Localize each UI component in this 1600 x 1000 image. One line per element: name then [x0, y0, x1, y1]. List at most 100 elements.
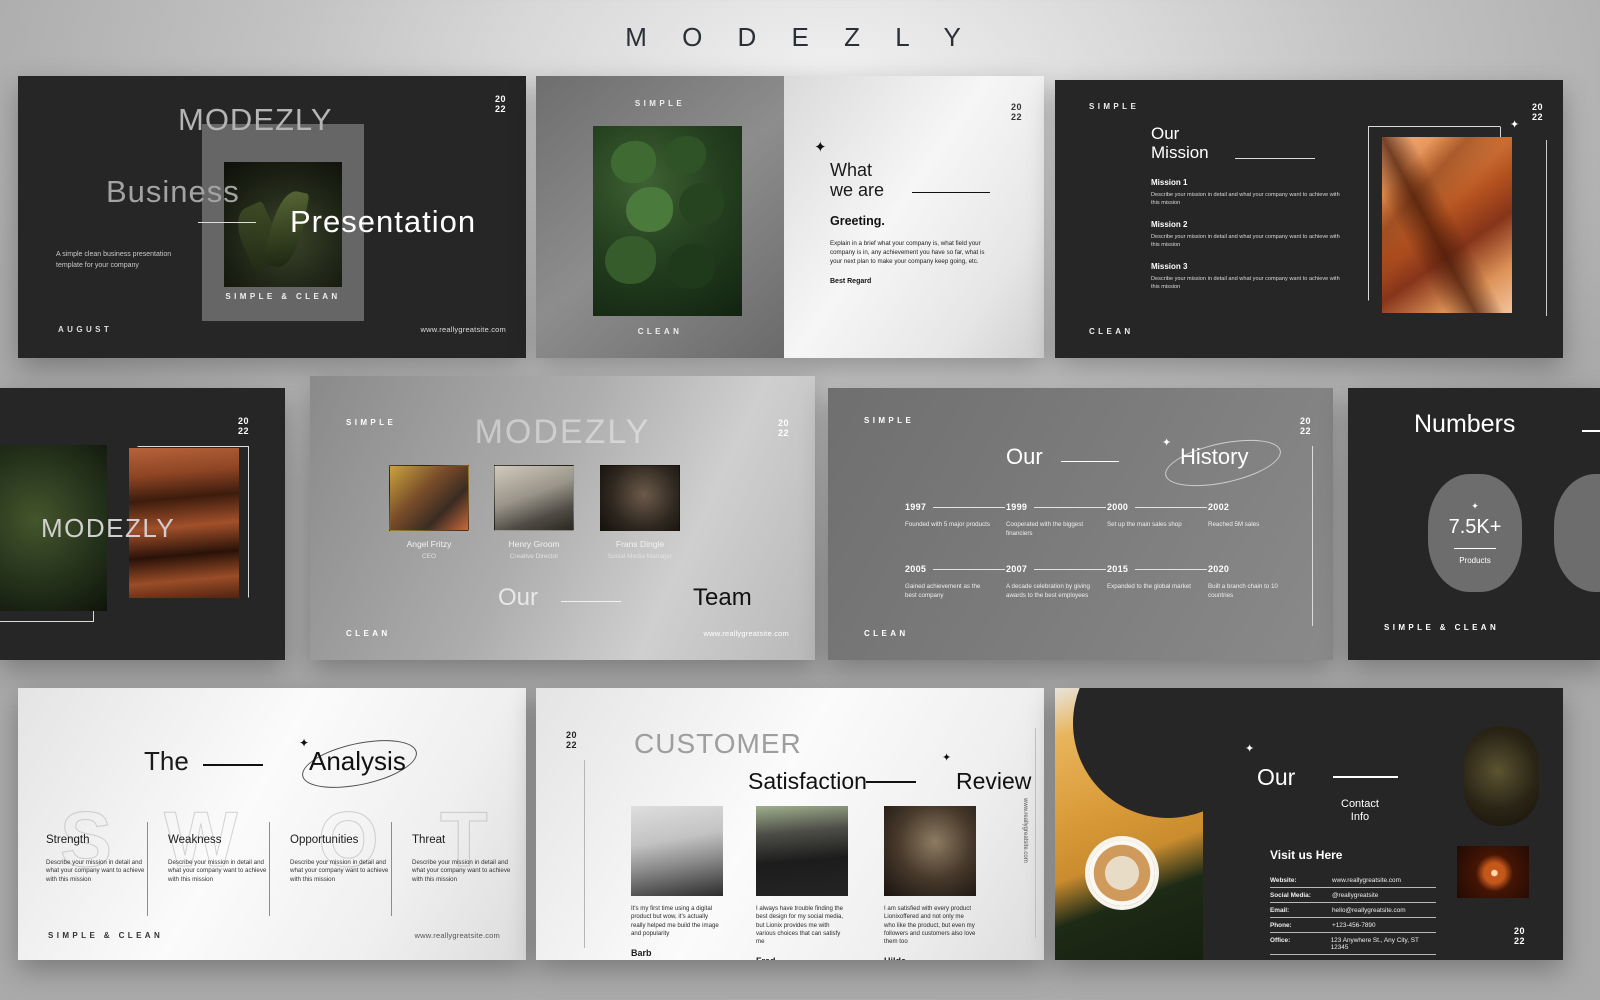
- heading: CUSTOMER: [634, 728, 802, 759]
- contact-row: Email: hello@reallygreatsite.com: [1270, 903, 1436, 918]
- team-member-card[interactable]: Frans Dingle Social Media Manager: [600, 465, 680, 560]
- review-card[interactable]: It's my first time using a digital produ…: [631, 806, 723, 958]
- column-title: Strength: [46, 834, 90, 846]
- member-photo: [494, 465, 574, 531]
- year-badge: 20 22: [237, 416, 249, 436]
- tunnel-photo: [1457, 846, 1529, 898]
- vertical-rule-right: [1035, 728, 1036, 938]
- member-photo: [600, 465, 680, 531]
- column-title: Weakness: [168, 834, 222, 846]
- title-left: Our: [1006, 444, 1043, 469]
- signature-text: Best Regard: [830, 278, 872, 285]
- mission-item: Mission 2 Describe your mission in detai…: [1151, 220, 1340, 248]
- swot-column-weakness: Weakness Describe your mission in detail…: [168, 834, 276, 884]
- title-line1: What: [830, 160, 873, 180]
- year-badge: 20 22: [494, 94, 506, 114]
- left-panel: SIMPLE CLEAN: [536, 76, 784, 358]
- divider-line: [203, 764, 263, 766]
- mission-item: Mission 3 Describe your mission in detai…: [1151, 262, 1340, 290]
- title-right-line1: Contact: [1341, 798, 1379, 810]
- title-right-line2: Info: [1350, 811, 1370, 823]
- title-left: The: [144, 746, 189, 776]
- slide-our-team[interactable]: SIMPLE 20 22 MODEZLY Angel Fritzy CEO Hen…: [310, 376, 815, 660]
- contact-row: Phone: +123-456-7890: [1270, 918, 1436, 933]
- column-text: Describe your mission in detail and what…: [412, 859, 511, 883]
- column-separator: [391, 822, 392, 916]
- headline-line2: Presentation: [290, 204, 477, 239]
- column-separator: [147, 822, 148, 916]
- divider-line: [1582, 430, 1600, 432]
- sparkle-icon: ✦: [299, 736, 310, 750]
- website-url: www.reallygreatsite.com: [420, 325, 506, 334]
- slide-our-mission[interactable]: SIMPLE 20 22 Our Mission Mission 1 Descri…: [1055, 80, 1563, 358]
- divider-line: [1333, 776, 1398, 778]
- member-name: Henry Groom: [508, 539, 560, 549]
- slide-swot-analysis[interactable]: The ✦ Analysis S W O T Strength Describe…: [18, 688, 526, 960]
- review-text: I am satisfied with every product Lionix…: [884, 905, 976, 946]
- column-text: Describe your mission in detail and what…: [46, 859, 145, 883]
- team-member-card[interactable]: Henry Groom Creative Director: [494, 465, 574, 560]
- member-role: CEO: [421, 553, 437, 560]
- month-label: AUGUST: [58, 325, 113, 334]
- latte-art-icon: [1089, 840, 1155, 906]
- greeting-body: Explain in a brief what your company is,…: [830, 240, 985, 265]
- review-card[interactable]: I always have trouble finding the best d…: [756, 806, 848, 960]
- tag-simple: SIMPLE: [864, 416, 915, 425]
- footer-tag: SIMPLE & CLEAN: [1384, 623, 1500, 632]
- title-line2: Mission: [1151, 143, 1209, 162]
- timeline-item: 2005 Gained achievement as the best comp…: [905, 564, 1009, 600]
- slide-title[interactable]: 20 22 SIMPLE & CLEAN MODEZLY Business Pre…: [18, 76, 526, 358]
- review-card[interactable]: I am satisfied with every product Lionix…: [884, 806, 976, 960]
- stat-card: ✦ 7.5K+ Products: [1428, 474, 1522, 592]
- column-title: Threat: [412, 834, 446, 846]
- timeline-item: 2015 Expanded to the global market: [1107, 564, 1211, 592]
- timeline-item: 2002 Reached 5M sales: [1208, 502, 1260, 528]
- slide-our-history[interactable]: SIMPLE 20 22 Our ✦ History 1997 Founded w…: [828, 388, 1333, 660]
- year-badge: 20 22: [566, 730, 578, 750]
- year-badge: 20 22: [1010, 102, 1022, 122]
- year-badge: 20 22: [1531, 102, 1543, 122]
- title-line1: Our: [1151, 124, 1180, 143]
- vertical-rule: [1312, 446, 1313, 626]
- foliage-photo: [593, 126, 742, 316]
- flower-photo: [1464, 726, 1539, 826]
- member-photo: [389, 465, 469, 531]
- title-right: Review: [956, 768, 1032, 794]
- slide-customer-review[interactable]: 20 22 CUSTOMER Satisfaction ✦ Review It's…: [536, 688, 1044, 960]
- contact-row: Social Media: @reallygreatsite: [1270, 888, 1436, 903]
- divider-line: [198, 222, 256, 223]
- website-url-vertical: www.reallygreatsite.com: [1022, 798, 1028, 863]
- sparkle-icon: ✦: [942, 752, 952, 764]
- stat-label: Products: [1459, 556, 1491, 566]
- stat-card-partial: [1554, 474, 1600, 592]
- year-badge: 20 22: [1299, 416, 1311, 436]
- sparkle-icon: ✦: [1510, 119, 1520, 131]
- title-right: Analysis: [309, 746, 406, 776]
- vertical-rule: [584, 760, 585, 948]
- logo-text: MODEZLY: [41, 513, 176, 543]
- subtitle: Visit us Here: [1270, 848, 1343, 862]
- title-line2: we are: [830, 180, 885, 200]
- vertical-rule: [1546, 140, 1547, 316]
- slide-what-we-are[interactable]: SIMPLE CLEAN 20 22 ✦ What we are Greeting…: [536, 76, 1044, 358]
- timeline-item: 2020 Built a branch chain to 10 countrie…: [1208, 564, 1278, 599]
- sparkle-icon: ✦: [1162, 437, 1172, 449]
- mission-item: Mission 1 Describe your mission in detai…: [1151, 178, 1340, 206]
- divider-line: [1454, 547, 1496, 550]
- slide-numbers[interactable]: Numbers ✦ 7.5K+ Products SIMPLE & CLEAN: [1348, 388, 1600, 660]
- title-left: Satisfaction: [748, 768, 867, 794]
- slide-section-divider[interactable]: 20 22 MODEZLY: [0, 388, 285, 660]
- tag-clean: CLEAN: [1089, 327, 1134, 336]
- title-left: Our: [1257, 764, 1296, 790]
- sparkle-icon: ✦: [1471, 500, 1479, 511]
- team-member-card[interactable]: Angel Fritzy CEO: [389, 465, 469, 560]
- tag-simple: SIMPLE: [1089, 102, 1140, 111]
- slide-contact-info[interactable]: ✦ Our Contact Info Visit us Here Website…: [1055, 688, 1563, 960]
- column-separator: [269, 822, 270, 916]
- customer-photo: [756, 806, 848, 896]
- website-url: www.reallygreatsite.com: [703, 629, 789, 638]
- website-url: www.reallygreatsite.com: [414, 931, 500, 940]
- review-text: I always have trouble finding the best d…: [756, 905, 844, 946]
- customer-photo: [631, 806, 723, 896]
- review-text: It's my first time using a digital produ…: [631, 905, 719, 937]
